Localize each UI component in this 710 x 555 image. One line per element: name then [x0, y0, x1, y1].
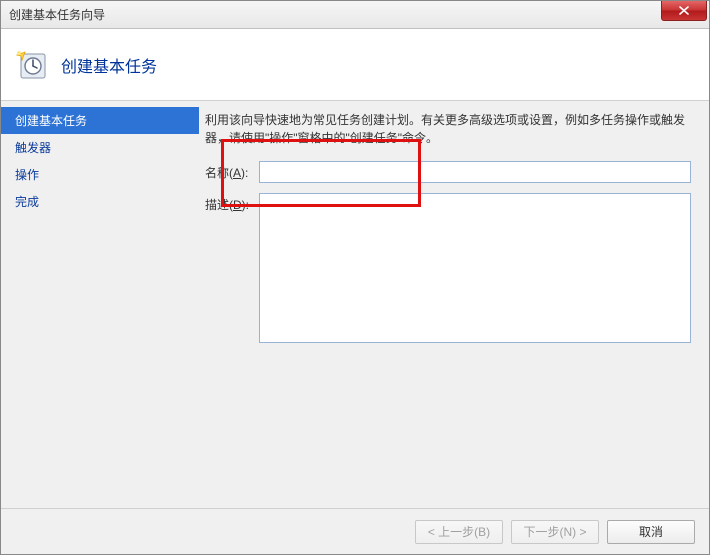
wizard-footer: < 上一步(B) 下一步(N) > 取消 [1, 508, 709, 554]
sidebar-item-finish[interactable]: 完成 [1, 188, 199, 215]
name-label: 名称(A): [205, 161, 259, 181]
window-title: 创建基本任务向导 [9, 6, 105, 23]
close-icon [679, 6, 689, 15]
close-button[interactable] [661, 1, 707, 21]
name-row: 名称(A): [205, 161, 691, 183]
description-input[interactable] [259, 193, 691, 343]
clock-new-icon [15, 48, 49, 82]
wizard-header: 创建基本任务 [1, 29, 709, 101]
titlebar: 创建基本任务向导 [1, 1, 709, 29]
wizard-window: 创建基本任务向导 创建基本任务 创建基本任务 触发器 [0, 0, 710, 555]
wizard-content: 利用该向导快速地为常见任务创建计划。有关更多高级选项或设置，例如多任务操作或触发… [199, 101, 709, 508]
sidebar-item-action[interactable]: 操作 [1, 161, 199, 188]
wizard-sidebar: 创建基本任务 触发器 操作 完成 [1, 101, 199, 508]
description-label: 描述(D): [205, 193, 259, 213]
instruction-text: 利用该向导快速地为常见任务创建计划。有关更多高级选项或设置，例如多任务操作或触发… [205, 111, 691, 147]
sidebar-item-trigger[interactable]: 触发器 [1, 134, 199, 161]
name-input[interactable] [259, 161, 691, 183]
next-button[interactable]: 下一步(N) > [511, 520, 599, 544]
description-row: 描述(D): [205, 193, 691, 343]
back-button[interactable]: < 上一步(B) [415, 520, 503, 544]
wizard-body: 创建基本任务 触发器 操作 完成 利用该向导快速地为常见任务创建计划。有关更多高… [1, 101, 709, 508]
sidebar-item-create-basic-task[interactable]: 创建基本任务 [1, 107, 199, 134]
cancel-button[interactable]: 取消 [607, 520, 695, 544]
page-title: 创建基本任务 [61, 53, 157, 77]
